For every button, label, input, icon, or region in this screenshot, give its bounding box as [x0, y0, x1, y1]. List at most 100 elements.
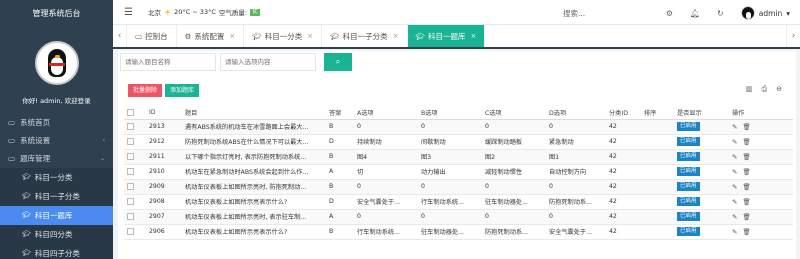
tab-scroll-right-button[interactable]: › [786, 25, 800, 47]
cell-actions: ✎ 🗑︎ [729, 134, 793, 150]
row-checkbox[interactable] [127, 227, 134, 235]
table-row[interactable]: 2908 机动车仪表板上如图所示亮表示什么? D 安全气囊处于... 行车制动系统...… [124, 194, 793, 210]
table-row[interactable]: 2912 防抱死制动系统ABS在什么情况下可以最大... D 持续制动 间歇制动 缓踩制动… [124, 134, 793, 150]
edit-icon[interactable]: ✎ [732, 228, 737, 236]
edit-icon[interactable]: ✎ [732, 183, 737, 191]
column-header[interactable]: B选项 [418, 106, 482, 120]
sidebar-item-settings[interactable]: ▭ 系统设置 ‹ [0, 132, 113, 150]
search-button[interactable]: ⌕ [324, 53, 352, 71]
row-checkbox[interactable] [127, 197, 134, 205]
question-table: ID 题目 答案 A选项 B选项 C选项 D选项 分类ID 排序 是否显示 操作… [124, 106, 793, 240]
tab-scroll-left-button[interactable]: ‹ [113, 25, 127, 47]
table-row[interactable]: 2906 机动车仪表板上如图所示亮表示什么? B 行车制动系统... 驻车制动器处...… [124, 224, 793, 240]
caret-down-icon: ▾ [786, 8, 790, 18]
trash-icon[interactable]: 🗑︎ [742, 123, 750, 131]
status-badge[interactable]: 已启用 [677, 152, 700, 161]
edit-icon[interactable]: ✎ [732, 138, 737, 146]
row-checkbox[interactable] [127, 122, 134, 130]
edit-icon[interactable]: ✎ [732, 213, 737, 221]
column-header[interactable]: A选项 [354, 106, 418, 120]
cell-category-id: 42 [606, 149, 641, 165]
tab-system-config[interactable]: ⚙ 系统配置 × [177, 25, 245, 47]
edit-icon[interactable]: ✎ [732, 168, 737, 176]
status-badge[interactable]: 已启用 [677, 212, 700, 221]
avatar[interactable] [34, 41, 79, 85]
status-badge[interactable]: 已启用 [677, 137, 700, 146]
edit-icon[interactable]: ✎ [732, 123, 737, 131]
status-badge[interactable]: 已启用 [677, 182, 700, 191]
edit-icon[interactable]: ✎ [732, 198, 737, 206]
tab-dashboard[interactable]: ▭ 控制台 [127, 25, 177, 47]
column-header[interactable]: C选项 [482, 106, 546, 120]
trash-icon[interactable]: 🗑︎ [742, 198, 750, 206]
menu-toggle-icon[interactable]: ☰ [124, 7, 134, 18]
row-checkbox[interactable] [127, 152, 134, 160]
sidebar-item-label: 科目一子分类 [34, 192, 80, 201]
cell-status: 已启用 [674, 179, 729, 195]
row-checkbox[interactable] [127, 137, 134, 145]
trash-icon[interactable]: 🗑︎ [742, 228, 750, 236]
trash-icon[interactable]: 🗑︎ [742, 138, 750, 146]
trash-icon[interactable]: 🗑︎ [742, 183, 750, 191]
tab-subject1-category[interactable]: 🎓︎ 科目一分类 × [244, 25, 323, 47]
column-header[interactable]: 分类ID [606, 106, 641, 120]
trash-icon[interactable]: 🗑︎ [742, 168, 750, 176]
column-header[interactable]: 排序 [641, 106, 674, 120]
weather-temp: 20°C ~ 33°C [174, 8, 216, 16]
table-row[interactable]: 2911 以下哪个指示灯亮时, 表示防抱死制动系统... B 图4 图3 图2 图1 42 已启… [124, 149, 793, 165]
table-row[interactable]: 2909 机动车仪表板上如图所示亮时, 防抱死制动... B 0 0 0 0 42 已启用 ✎ 🗑︎ [124, 179, 793, 195]
monitor-icon: ▭ [8, 154, 16, 163]
option-content-input[interactable] [220, 53, 316, 71]
row-checkbox[interactable] [127, 182, 134, 190]
export-icon[interactable]: ⎙ [762, 85, 768, 94]
edit-icon[interactable]: ✎ [732, 153, 737, 161]
close-icon[interactable]: × [393, 32, 399, 40]
cell-title: 以下哪个指示灯亮时, 表示防抱死制动系统... [182, 149, 326, 165]
sidebar-item-subject1-bank[interactable]: 🎓︎ 科目一题库 [0, 206, 113, 225]
trash-icon[interactable]: 🗑︎ [742, 153, 750, 161]
cell-option-d: 安全气囊处于... [546, 224, 606, 240]
column-header[interactable]: 答案 [326, 106, 354, 120]
close-icon[interactable]: × [471, 32, 477, 40]
column-header[interactable]: 题目 [182, 106, 326, 120]
tab-subject1-bank[interactable]: 🎓︎ 科目一题库 × [407, 25, 486, 47]
air-quality-badge: 优 [250, 8, 260, 16]
sidebar-item-subject4-subcategory[interactable]: 🎓︎ 科目四子分类 [0, 244, 113, 259]
trash-icon[interactable]: 🗑︎ [742, 213, 750, 221]
table-row[interactable]: 2913 遇有ABS系统的机动车在冰雪路面上会最大... B 0 0 0 0 42 已启用 ✎ 🗑︎ [124, 119, 793, 135]
column-header[interactable]: 是否显示 [674, 106, 729, 120]
columns-icon[interactable]: ▥ [746, 85, 753, 94]
sidebar-item-subject1-subcategory[interactable]: 🎓︎ 科目一子分类 [0, 187, 113, 206]
bell-icon[interactable]: 🔔︎ [690, 9, 700, 18]
refresh-icon[interactable]: ↻ [717, 9, 724, 18]
tab-subject1-subcategory[interactable]: 🎓︎ 科目一子分类 × [322, 25, 408, 47]
row-checkbox[interactable] [127, 167, 134, 175]
column-header[interactable]: ID [146, 106, 182, 120]
batch-delete-button[interactable]: 批量删除 [128, 84, 163, 97]
cell-category-id: 42 [606, 179, 641, 195]
print-icon[interactable]: ⊖ [776, 85, 782, 94]
status-badge[interactable]: 已启用 [677, 227, 700, 236]
add-question-button[interactable]: 添加题库 [165, 84, 200, 97]
status-badge[interactable]: 已启用 [677, 197, 700, 206]
table-row[interactable]: 2907 机动车仪表板上如图所示亮时, 表示驻车制... A 0 0 0 0 42 已启用 ✎ 🗑︎ [124, 209, 793, 225]
sidebar-item-home[interactable]: ▭ 系统首页 [0, 114, 113, 132]
table-row[interactable]: 2910 机动车在紧急制动时ABS系统会起到什么作... A 切动力输出 减轻制动惯性自… [124, 164, 793, 180]
question-name-input[interactable] [120, 53, 216, 71]
close-icon[interactable]: × [307, 32, 313, 40]
cell-option-c: 0 [482, 179, 546, 195]
cell-answer: A [326, 209, 354, 225]
select-all-checkbox[interactable] [127, 108, 134, 116]
user-menu[interactable]: admin ▾ [740, 6, 790, 20]
close-icon[interactable]: × [229, 32, 235, 40]
settings-icon[interactable]: ⚙ [666, 9, 673, 18]
column-header[interactable]: 操作 [729, 106, 793, 120]
sidebar-item-subject4-category[interactable]: 🎓︎ 科目四分类 [0, 225, 113, 244]
status-badge[interactable]: 已启用 [677, 122, 700, 131]
status-badge[interactable]: 已启用 [677, 167, 700, 176]
row-checkbox[interactable] [127, 212, 134, 220]
sidebar-item-question-bank[interactable]: ▭ 题库管理 ⌄ [0, 150, 113, 168]
column-header[interactable]: D选项 [546, 106, 606, 120]
top-search[interactable]: 搜索... [563, 8, 585, 19]
sidebar-item-subject1-category[interactable]: 🎓︎ 科目一分类 [0, 168, 113, 187]
